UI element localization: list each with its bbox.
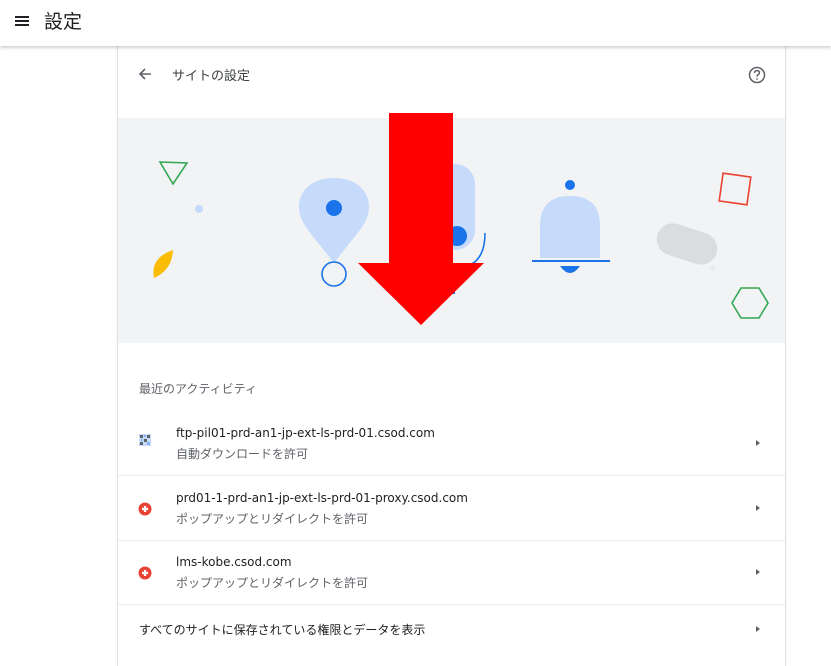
permission-label: ポップアップとリダイレクトを許可 [176, 512, 369, 526]
bell-body [540, 196, 600, 258]
permission-label: ポップアップとリダイレクトを許可 [176, 576, 369, 590]
back-arrow-icon[interactable] [136, 65, 154, 83]
help-circle-icon[interactable] [747, 65, 767, 85]
site-favicon-icon [139, 434, 151, 446]
location-pin-shape [299, 178, 369, 263]
small-blue-dot [195, 205, 203, 213]
bell-top-dot [565, 180, 575, 190]
location-pin-dot [326, 200, 342, 216]
green-triangle-shape [158, 161, 189, 186]
site-url: ftp-pil01-prd-an1-jp-ext-ls-prd-01.csod.… [176, 426, 435, 440]
chevron-right-icon [756, 626, 760, 632]
site-url: lms-kobe.csod.com [176, 555, 292, 569]
chevron-right-icon [756, 440, 760, 446]
all-sites-link[interactable]: すべてのサイトに保存されている権限とデータを表示 [118, 604, 785, 652]
site-url: prd01-1-prd-an1-jp-ext-ls-prd-01-proxy.c… [176, 491, 468, 505]
recent-activity-heading: 最近のアクティビティ [139, 382, 257, 396]
bell-line [532, 260, 610, 262]
recent-activity-item[interactable]: lms-kobe.csod.com ポップアップとリダイレクトを許可 [118, 540, 785, 604]
site-permissions-illustration [153, 161, 769, 319]
microphone-base [452, 268, 455, 294]
page-title: 設定 [44, 11, 83, 33]
recent-activity-item[interactable]: ftp-pil01-prd-an1-jp-ext-ls-prd-01.csod.… [118, 410, 785, 474]
all-sites-label: すべてのサイトに保存されている権限とデータを表示 [139, 623, 426, 637]
chevron-right-icon [756, 569, 760, 575]
hamburger-menu-icon[interactable] [10, 10, 34, 30]
small-grey-dot [710, 265, 716, 271]
yellow-half-circle [153, 250, 173, 278]
card-header: サイトの設定 [118, 46, 785, 118]
csod-red-logo-icon [138, 502, 152, 516]
microphone-dot [447, 226, 467, 246]
top-app-bar: 設定 [0, 0, 831, 46]
bell-clapper [560, 266, 580, 273]
red-square-shape [718, 172, 752, 206]
card-title: サイトの設定 [172, 69, 251, 84]
recent-activity-item[interactable]: prd01-1-prd-an1-jp-ext-ls-prd-01-proxy.c… [118, 475, 785, 539]
csod-red-logo-icon [138, 566, 152, 580]
grey-pill-shape [656, 223, 718, 265]
chevron-right-icon [756, 505, 760, 511]
green-hexagon-shape [731, 287, 769, 319]
location-pin-ring [321, 261, 347, 287]
site-settings-card: サイトの設定 最近のアクティビティ ftp-pil01-prd-an1-jp-e… [118, 46, 785, 666]
site-settings-illustration-banner [118, 118, 785, 343]
permission-label: 自動ダウンロードを許可 [176, 447, 309, 461]
